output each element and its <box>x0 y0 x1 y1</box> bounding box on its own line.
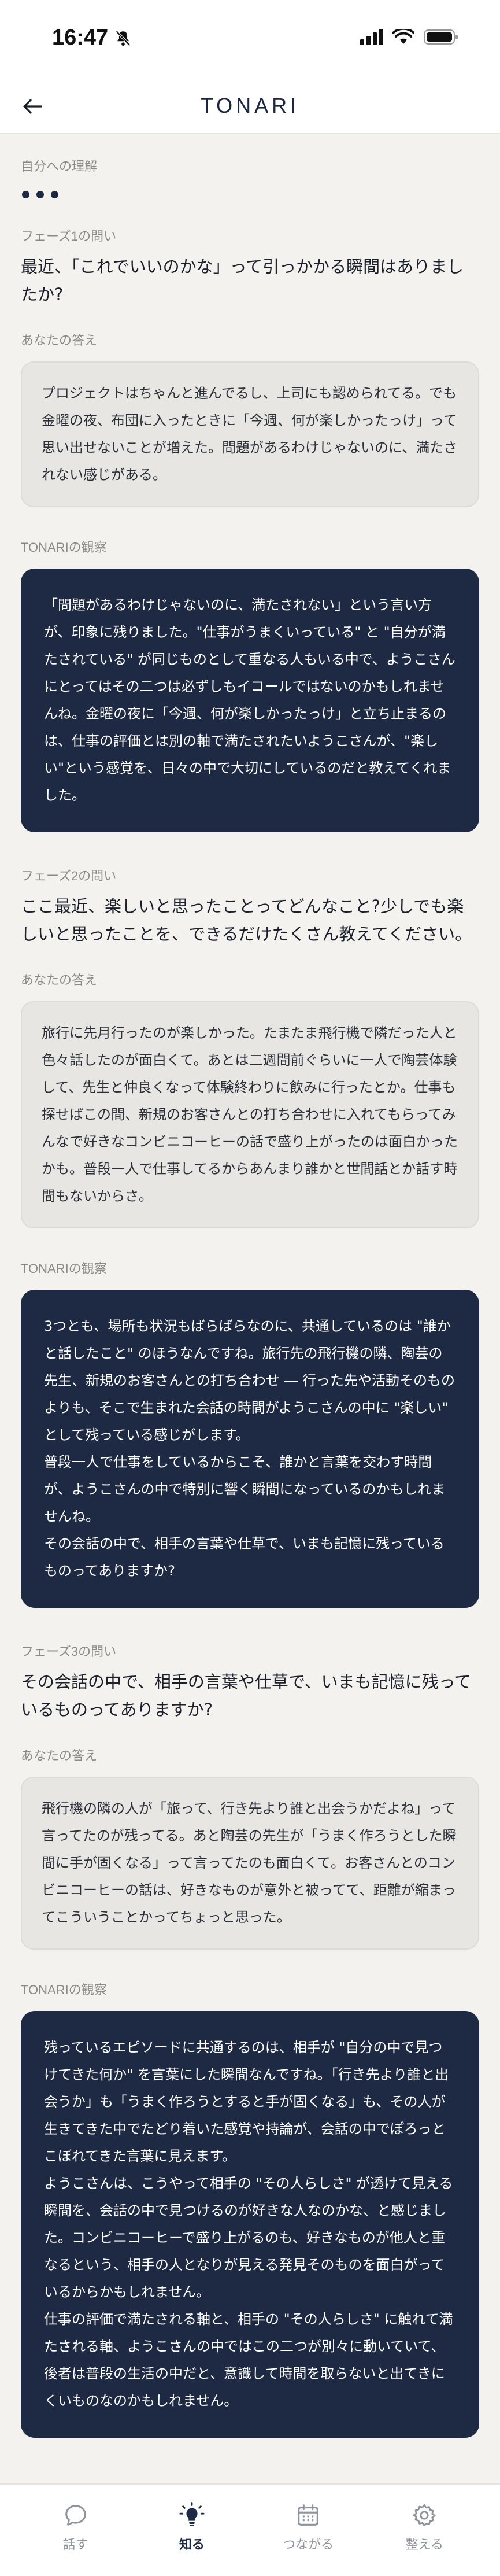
gear-icon <box>413 2504 436 2527</box>
bottom-tab-bar: 話す 知る つながる 整える <box>0 2483 500 2576</box>
tab-talk[interactable]: 話す <box>29 2485 122 2576</box>
observation-card: 「問題があるわけじゃないのに、満たされない」という言い方が、印象に残りました。"… <box>21 569 479 832</box>
phase-block-3: フェーズ3の問い その会話の中で、相手の言葉や仕草で、いまも記憶に残っているもの… <box>21 1641 479 2438</box>
answer-label: あなたの答え <box>21 1748 98 1763</box>
answer-card: 旅行に先月行ったのが楽しかった。たまたま飛行機で隣だった人と色々話したのが面白く… <box>21 1001 479 1228</box>
app-title: TONARI <box>200 94 300 117</box>
tab-know[interactable]: 知る <box>146 2485 238 2576</box>
phase-block-2: フェーズ2の問い ここ最近、楽しいと思ったことってどんなこと?少しでも楽しいと思… <box>21 866 479 1608</box>
status-bar: 16:47 <box>0 0 500 80</box>
status-time: 16:47 <box>52 25 109 50</box>
phase-question: 最近、「これでいいのかな」って引っかかる瞬間はありましたか? <box>21 257 464 304</box>
observation-card: 3つとも、場所も状況もばらばらなのに、共通しているのは "誰かと話したこと" の… <box>21 1290 479 1608</box>
answer-label: あなたの答え <box>21 333 98 348</box>
wifi-icon <box>392 29 414 44</box>
observation-label: TONARIの観察 <box>21 1261 107 1276</box>
observation-text: その会話の中で、相手の言葉や仕草で、いまも記憶に残っているものってありますか? <box>44 1536 445 1579</box>
phase-block-1: フェーズ1の問い 最近、「これでいいのかな」って引っかかる瞬間はありましたか? … <box>21 226 479 832</box>
main-content: 自分への理解 フェーズ1の問い 最近、「これでいいのかな」って引っかかる瞬間はあ… <box>0 134 500 2438</box>
tab-label: 知る <box>179 2538 205 2552</box>
lightbulb-icon <box>179 2502 205 2526</box>
phase-label: フェーズ2の問い <box>21 869 117 883</box>
battery-icon <box>424 29 458 45</box>
phase-question: その会話の中で、相手の言葉や仕草で、いまも記憶に残っているものってありますか? <box>21 1672 472 1719</box>
progress-dots <box>22 191 479 198</box>
answer-label: あなたの答え <box>21 973 98 987</box>
signal-icon <box>360 29 383 45</box>
bell-slash-icon <box>116 30 131 46</box>
progress-dot <box>36 191 44 198</box>
tab-label: 話す <box>62 2538 88 2552</box>
observation-label: TONARIの観察 <box>21 1983 107 1997</box>
progress-dot <box>22 191 29 198</box>
tab-label: つながる <box>283 2538 334 2552</box>
observation-text: ようこさんは、こうやって相手の "その人らしさ" が透けて見える瞬間を、会話の中… <box>44 2175 453 2300</box>
observation-text: 3つとも、場所も状況もばらばらなのに、共通しているのは "誰かと話したこと" の… <box>44 1318 455 1443</box>
tab-label: 整える <box>405 2538 444 2552</box>
section-label: 自分への理解 <box>21 159 98 174</box>
phase-label: フェーズ1の問い <box>21 229 117 243</box>
observation-text: 「問題があるわけじゃないのに、満たされない」という言い方が、印象に残りました。"… <box>44 597 455 803</box>
progress-dot <box>51 191 58 198</box>
answer-card: 飛行機の隣の人が「旅って、行き先より誰と出会うかだよね」って言ってたのが残ってる… <box>21 1777 479 1950</box>
app-header: TONARI <box>0 80 500 134</box>
observation-text: 普段一人で仕事をしているからこそ、誰かと言葉を交わす時間が、ようこさんの中で特別… <box>44 1454 446 1525</box>
observation-label: TONARIの観察 <box>21 540 107 555</box>
tab-settings[interactable]: 整える <box>378 2485 471 2576</box>
observation-card: 残っているエピソードに共通するのは、相手が "自分の中で見つけてきた何か" を言… <box>21 2011 479 2438</box>
tab-connect[interactable]: つながる <box>262 2485 354 2576</box>
observation-text: 仕事の評価で満たされる軸と、相手の "その人らしさ" に触れて満たされる軸、よう… <box>44 2311 453 2409</box>
answer-card: プロジェクトはちゃんと進んでるし、上司にも認められてる。でも金曜の夜、布団に入っ… <box>21 361 479 507</box>
calendar-icon <box>298 2504 318 2526</box>
phase-label: フェーズ3の問い <box>21 1644 117 1659</box>
phase-question: ここ最近、楽しいと思ったことってどんなこと?少しでも楽しいと思ったことを、できる… <box>21 896 472 944</box>
observation-text: 残っているエピソードに共通するのは、相手が "自分の中で見つけてきた何か" を言… <box>44 2039 449 2164</box>
chat-bubble-icon <box>65 2505 86 2526</box>
